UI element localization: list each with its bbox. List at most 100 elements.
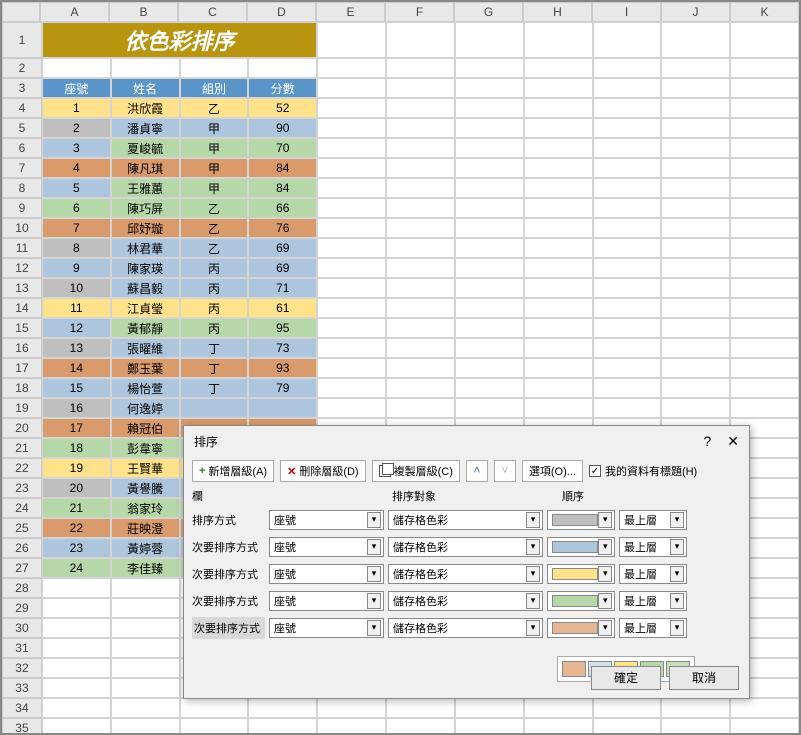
ok-button[interactable]: 確定 <box>591 666 661 690</box>
cell[interactable] <box>317 238 386 258</box>
cell[interactable] <box>661 258 730 278</box>
table-header[interactable]: 組別 <box>180 78 249 98</box>
cell[interactable] <box>180 58 249 78</box>
col-header-A[interactable]: A <box>40 2 109 22</box>
cell[interactable] <box>386 78 455 98</box>
cell[interactable] <box>317 98 386 118</box>
cell[interactable] <box>42 58 111 78</box>
cell-group[interactable]: 甲 <box>180 118 249 138</box>
cell-name[interactable]: 邱妤璇 <box>111 218 180 238</box>
cell[interactable] <box>593 98 662 118</box>
col-header-G[interactable]: G <box>454 2 523 22</box>
cell[interactable] <box>524 238 593 258</box>
cell[interactable] <box>661 138 730 158</box>
col-header-I[interactable]: I <box>592 2 661 22</box>
col-header-E[interactable]: E <box>316 2 385 22</box>
cell[interactable] <box>524 198 593 218</box>
row-header[interactable]: 23 <box>2 478 42 498</box>
cell-name[interactable]: 楊怡萱 <box>111 378 180 398</box>
row-header[interactable]: 33 <box>2 678 42 698</box>
cell[interactable] <box>593 198 662 218</box>
cell[interactable] <box>317 218 386 238</box>
cell-name[interactable]: 莊映澄 <box>111 518 180 538</box>
cell[interactable] <box>455 278 524 298</box>
cell-seat[interactable]: 2 <box>42 118 111 138</box>
move-down-button[interactable]: ˅ <box>494 460 516 482</box>
cell-name[interactable]: 黃婷蓉 <box>111 538 180 558</box>
close-icon[interactable]: ✕ <box>727 433 739 450</box>
cell[interactable] <box>317 718 386 735</box>
row-header[interactable]: 21 <box>2 438 42 458</box>
cell[interactable] <box>593 318 662 338</box>
cell[interactable] <box>593 22 662 58</box>
cell[interactable] <box>730 98 799 118</box>
cell-name[interactable]: 洪欣霞 <box>111 98 180 118</box>
col-header-J[interactable]: J <box>661 2 730 22</box>
cell[interactable] <box>386 718 455 735</box>
cell[interactable] <box>593 698 662 718</box>
row-header[interactable]: 12 <box>2 258 42 278</box>
cell[interactable] <box>317 298 386 318</box>
cell-name[interactable]: 賴冠伯 <box>111 418 180 438</box>
cell-score[interactable]: 93 <box>248 358 317 378</box>
select-all-corner[interactable] <box>2 2 40 22</box>
cell[interactable] <box>730 318 799 338</box>
cell[interactable] <box>593 258 662 278</box>
cell-name[interactable]: 江貞瑩 <box>111 298 180 318</box>
cell[interactable] <box>524 278 593 298</box>
table-header[interactable]: 姓名 <box>111 78 180 98</box>
table-header[interactable]: 座號 <box>42 78 111 98</box>
cell[interactable] <box>180 698 249 718</box>
cell[interactable] <box>111 678 180 698</box>
cell[interactable] <box>317 178 386 198</box>
row-header[interactable]: 8 <box>2 178 42 198</box>
cell[interactable] <box>111 58 180 78</box>
cell-group[interactable]: 丙 <box>180 278 249 298</box>
cell-name[interactable]: 陳巧屏 <box>111 198 180 218</box>
cell-name[interactable]: 夏峻毓 <box>111 138 180 158</box>
cell[interactable] <box>317 278 386 298</box>
row-header[interactable]: 10 <box>2 218 42 238</box>
combo-c4[interactable]: 最上層▾ <box>619 618 687 638</box>
cell[interactable] <box>593 58 662 78</box>
cell[interactable] <box>455 78 524 98</box>
cell[interactable] <box>524 22 593 58</box>
cell[interactable] <box>317 378 386 398</box>
cell[interactable] <box>593 358 662 378</box>
cell-score[interactable] <box>248 398 317 418</box>
row-header[interactable]: 18 <box>2 378 42 398</box>
cell[interactable] <box>593 278 662 298</box>
combo-c2[interactable]: 儲存格色彩▾ <box>388 591 543 611</box>
cell-group[interactable] <box>180 398 249 418</box>
cell-seat[interactable]: 5 <box>42 178 111 198</box>
col-header-K[interactable]: K <box>730 2 799 22</box>
col-header-C[interactable]: C <box>178 2 247 22</box>
cell[interactable] <box>593 298 662 318</box>
cell-seat[interactable]: 6 <box>42 198 111 218</box>
row-header[interactable]: 1 <box>2 22 42 58</box>
cell[interactable] <box>42 638 111 658</box>
cell[interactable] <box>386 278 455 298</box>
row-header[interactable]: 32 <box>2 658 42 678</box>
cell[interactable] <box>593 118 662 138</box>
cell-score[interactable]: 76 <box>248 218 317 238</box>
cell[interactable] <box>42 718 111 735</box>
cell-score[interactable]: 79 <box>248 378 317 398</box>
row-header[interactable]: 17 <box>2 358 42 378</box>
cell[interactable] <box>661 378 730 398</box>
row-header[interactable]: 11 <box>2 238 42 258</box>
palette-swatch[interactable] <box>562 661 586 677</box>
cell[interactable] <box>42 698 111 718</box>
cell[interactable] <box>593 398 662 418</box>
cell[interactable] <box>42 658 111 678</box>
cell[interactable] <box>111 658 180 678</box>
cell[interactable] <box>593 338 662 358</box>
cell-group[interactable]: 乙 <box>180 238 249 258</box>
cell[interactable] <box>386 218 455 238</box>
cell[interactable] <box>730 78 799 98</box>
cell[interactable] <box>455 118 524 138</box>
cell[interactable] <box>524 98 593 118</box>
cell[interactable] <box>524 378 593 398</box>
cell[interactable] <box>661 58 730 78</box>
row-header[interactable]: 27 <box>2 558 42 578</box>
